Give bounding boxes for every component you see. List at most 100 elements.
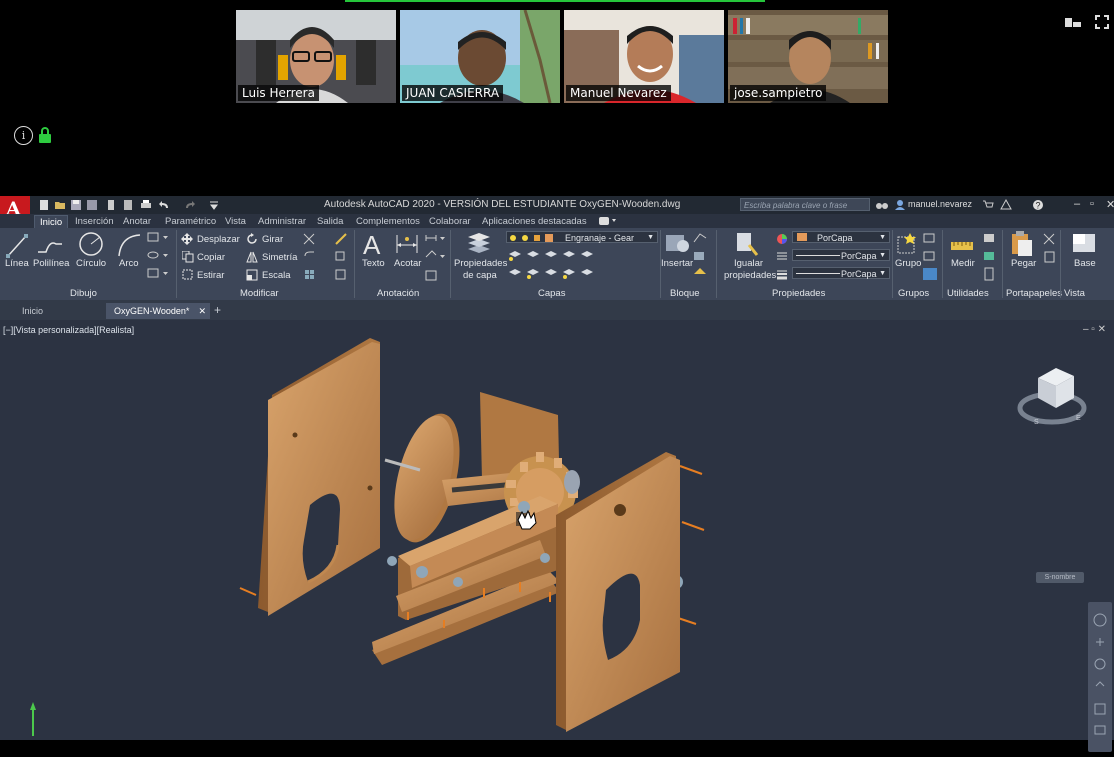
ribbon-tab-complementos[interactable]: Complementos — [351, 215, 425, 228]
help-icon[interactable]: ? — [1032, 199, 1044, 210]
base-view-tool-label[interactable]: Base — [1074, 258, 1096, 269]
web-mobile-icon[interactable] — [122, 199, 134, 210]
line-tool-label[interactable]: Línea — [5, 258, 29, 269]
cart-icon[interactable] — [982, 199, 994, 210]
rotate-tool-label[interactable]: Girar — [262, 234, 283, 245]
ribbon-tab-parametrico[interactable]: Paramétrico — [160, 215, 221, 228]
match-properties-label-1[interactable]: Igualar — [734, 258, 763, 269]
dimension-tool-label[interactable]: Acotar — [394, 258, 421, 269]
panel-title-propiedades[interactable]: Propiedades — [772, 288, 825, 299]
encryption-lock-icon[interactable] — [38, 127, 52, 143]
linetype-dropdown[interactable]: PorCapa ▼ — [792, 249, 890, 261]
utilities-extra-icon[interactable] — [982, 232, 998, 282]
save-as-icon[interactable] — [86, 199, 98, 210]
close-tab-icon[interactable]: ✕ — [198, 303, 206, 319]
gallery-view-icon[interactable] — [1064, 14, 1082, 30]
match-properties-icon[interactable] — [735, 231, 759, 257]
stretch-tool-label[interactable]: Estirar — [197, 270, 224, 281]
color-dropdown[interactable]: PorCapa ▼ — [792, 231, 890, 243]
polyline-tool-icon[interactable] — [36, 234, 64, 256]
close-icon[interactable]: ✕ — [1106, 198, 1114, 211]
layer-dropdown[interactable]: Engranaje - Gear ▼ — [506, 231, 658, 243]
save-icon[interactable] — [70, 199, 82, 210]
layer-properties-label-2[interactable]: de capa — [463, 270, 497, 281]
panel-title-modificar[interactable]: Modificar — [240, 288, 279, 299]
annotation-extra-icon[interactable] — [425, 233, 449, 283]
restore-icon[interactable]: ▫ — [1090, 198, 1094, 210]
polyline-tool-label[interactable]: Polilínea — [33, 258, 69, 269]
panel-title-vista[interactable]: Vista — [1064, 288, 1085, 299]
line-tool-icon[interactable] — [6, 232, 28, 258]
ribbon-tab-inicio[interactable]: Inicio — [34, 215, 69, 229]
group-tool-label[interactable]: Grupo — [895, 258, 921, 269]
mirror-icon[interactable] — [246, 251, 258, 263]
new-file-icon[interactable] — [38, 199, 50, 210]
panel-title-dibujo[interactable]: Dibujo — [70, 288, 97, 299]
layer-tools-grid-icon[interactable] — [507, 248, 593, 282]
move-icon[interactable] — [181, 233, 193, 245]
move-tool-label[interactable]: Desplazar — [197, 234, 240, 245]
dimension-tool-icon[interactable] — [395, 233, 419, 255]
autodesk-exchange-icon[interactable] — [1000, 199, 1012, 210]
help-search-input[interactable]: Escriba palabra clave o frase — [740, 198, 870, 211]
layer-properties-icon[interactable] — [466, 231, 492, 255]
match-properties-label-2[interactable]: propiedades — [724, 270, 776, 281]
doc-tab-inicio[interactable]: Inicio — [14, 303, 102, 319]
lineweight-dropdown[interactable]: PorCapa ▼ — [792, 267, 890, 279]
rotate-icon[interactable] — [246, 233, 258, 245]
viewcube-icon[interactable]: S E — [1016, 364, 1088, 428]
plot-icon[interactable] — [105, 199, 117, 210]
panel-title-anotacion[interactable]: Anotación — [377, 288, 419, 299]
panel-title-capas[interactable]: Capas — [538, 288, 565, 299]
meeting-info-icon[interactable]: i — [14, 126, 33, 145]
measure-tool-label[interactable]: Medir — [951, 258, 975, 269]
group-icon[interactable] — [896, 231, 920, 257]
participant-tile-3-active-speaker[interactable]: Manuel Nevarez — [564, 10, 724, 103]
panel-title-utilidades[interactable]: Utilidades — [947, 288, 989, 299]
doc-tab-oxygen-wooden[interactable]: OxyGEN-Wooden* ✕ — [106, 303, 210, 319]
paste-icon[interactable] — [1010, 230, 1034, 258]
group-extra-tools-icon[interactable] — [922, 232, 938, 282]
redo-icon[interactable] — [184, 199, 196, 210]
ribbon-tab-colaborar[interactable]: Colaborar — [424, 215, 476, 228]
text-tool-icon[interactable]: A — [362, 230, 386, 258]
copy-tool-label[interactable]: Copiar — [197, 252, 225, 263]
block-extra-tools-icon[interactable] — [692, 232, 708, 280]
participant-tile-2[interactable]: JUAN CASIERRA — [400, 10, 560, 103]
new-tab-plus-icon[interactable]: + — [214, 303, 221, 317]
minimize-icon[interactable]: – — [1074, 198, 1080, 210]
mirror-tool-label[interactable]: Simetría — [262, 252, 297, 263]
scale-tool-label[interactable]: Escala — [262, 270, 291, 281]
ribbon-tab-administrar[interactable]: Administrar — [253, 215, 311, 228]
print-icon[interactable] — [140, 199, 152, 210]
stretch-icon[interactable] — [182, 269, 194, 281]
layer-properties-label-1[interactable]: Propiedades — [454, 258, 507, 269]
modify-extra-tools-icon[interactable] — [302, 232, 350, 282]
insert-tool-label[interactable]: Insertar — [661, 258, 693, 269]
copy-icon[interactable] — [182, 251, 194, 263]
ribbon-tab-anotar[interactable]: Anotar — [118, 215, 156, 228]
quick-access-dropdown-icon[interactable] — [208, 199, 220, 210]
ribbon-display-toggle-icon[interactable] — [598, 216, 618, 226]
measure-icon[interactable] — [950, 236, 974, 252]
text-tool-label[interactable]: Texto — [362, 258, 385, 269]
ribbon-tab-aplicaciones[interactable]: Aplicaciones destacadas — [477, 215, 592, 228]
draw-extra-tools-icon[interactable] — [146, 231, 172, 281]
participant-tile-4[interactable]: jose.sampietro — [728, 10, 888, 103]
ribbon-tab-insercion[interactable]: Inserción — [70, 215, 119, 228]
circle-tool-icon[interactable] — [78, 231, 104, 257]
ucs-name-dropdown[interactable]: S-nombre — [1036, 572, 1084, 583]
fullscreen-icon[interactable] — [1094, 14, 1112, 30]
participant-tile-1[interactable]: Luis Herrera — [236, 10, 396, 103]
panel-title-bloque[interactable]: Bloque — [670, 288, 700, 299]
panel-title-grupos[interactable]: Grupos — [898, 288, 929, 299]
signed-in-user[interactable]: manuel.nevarez — [908, 199, 972, 209]
binoculars-icon[interactable] — [876, 199, 888, 210]
panel-title-portapapeles[interactable]: Portapapeles — [1006, 288, 1062, 299]
model-viewport[interactable]: [−][Vista personalizada][Realista] – ▫ ✕ — [0, 320, 1114, 752]
insert-block-icon[interactable] — [664, 231, 690, 255]
arc-tool-label[interactable]: Arco — [119, 258, 139, 269]
open-folder-icon[interactable] — [54, 199, 66, 210]
scale-icon[interactable] — [246, 269, 258, 281]
circle-tool-label[interactable]: Círculo — [76, 258, 106, 269]
